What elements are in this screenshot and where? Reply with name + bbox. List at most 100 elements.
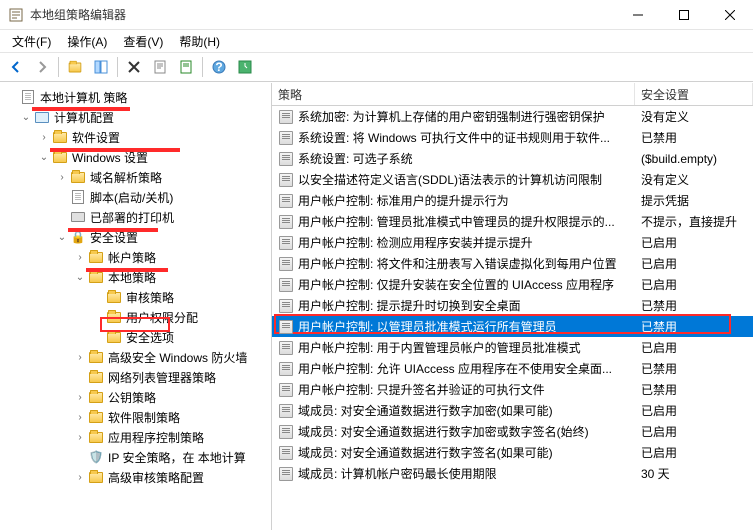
tree-security-settings[interactable]: ⌄ 🔒 安全设置 (0, 227, 271, 247)
policy-name: 域成员: 计算机帐户密码最长使用期限 (298, 465, 497, 482)
folder-icon (106, 289, 122, 305)
list-row[interactable]: 用户帐户控制: 允许 UIAccess 应用程序在不使用安全桌面...已禁用 (272, 358, 753, 379)
list-row[interactable]: 用户帐户控制: 仅提升安装在安全位置的 UIAccess 应用程序已启用 (272, 274, 753, 295)
policy-name: 用户帐户控制: 仅提升安装在安全位置的 UIAccess 应用程序 (298, 276, 614, 293)
tree-software-restrict[interactable]: › 软件限制策略 (0, 407, 271, 427)
forward-button[interactable] (30, 55, 54, 79)
folder-icon (88, 249, 104, 265)
tree-ip-sec[interactable]: 🛡️ IP 安全策略，在 本地计算 (0, 447, 271, 467)
list-row[interactable]: 用户帐户控制: 检测应用程序安装并提示提升已启用 (272, 232, 753, 253)
chevron-right-icon[interactable]: › (36, 132, 52, 143)
chevron-right-icon[interactable]: › (72, 252, 88, 263)
list-row[interactable]: 以安全描述符定义语言(SDDL)语法表示的计算机访问限制没有定义 (272, 169, 753, 190)
policy-name: 用户帐户控制: 用于内置管理员帐户的管理员批准模式 (298, 339, 581, 356)
menubar: 文件(F) 操作(A) 查看(V) 帮助(H) (0, 30, 753, 52)
tree-dns-policy[interactable]: › 域名解析策略 (0, 167, 271, 187)
tree-windows-settings[interactable]: ⌄ Windows 设置 (0, 147, 271, 167)
list-row[interactable]: 系统设置: 将 Windows 可执行文件中的证书规则用于软件...已禁用 (272, 127, 753, 148)
policy-name: 系统加密: 为计算机上存储的用户密钥强制进行强密钥保护 (298, 108, 605, 125)
tree-audit-policy[interactable]: 审核策略 (0, 287, 271, 307)
chevron-right-icon[interactable]: › (72, 412, 88, 423)
refresh-button[interactable] (233, 55, 257, 79)
chevron-right-icon[interactable]: › (72, 472, 88, 483)
tree-root[interactable]: 本地计算机 策略 (0, 87, 271, 107)
tree-adv-firewall[interactable]: › 高级安全 Windows 防火墙 (0, 347, 271, 367)
menu-help[interactable]: 帮助(H) (171, 31, 228, 52)
delete-button[interactable] (122, 55, 146, 79)
chevron-down-icon[interactable]: ⌄ (72, 272, 88, 283)
policy-icon (278, 298, 294, 314)
up-button[interactable] (63, 55, 87, 79)
list-row[interactable]: 系统设置: 可选子系统($build.empty) (272, 148, 753, 169)
shield-icon: 🛡️ (88, 449, 104, 465)
chevron-right-icon[interactable]: › (72, 432, 88, 443)
policy-icon (278, 277, 294, 293)
policy-name: 用户帐户控制: 提示提升时切换到安全桌面 (298, 297, 521, 314)
list-row[interactable]: 域成员: 计算机帐户密码最长使用期限 30 天 (272, 463, 753, 484)
policy-icon (278, 151, 294, 167)
policy-setting: 已禁用 (635, 297, 753, 314)
list-row[interactable]: 用户帐户控制: 将文件和注册表写入错误虚拟化到每用户位置已启用 (272, 253, 753, 274)
menu-file[interactable]: 文件(F) (4, 31, 59, 52)
list-row[interactable]: 系统加密: 为计算机上存储的用户密钥强制进行强密钥保护没有定义 (272, 106, 753, 127)
policy-name: 用户帐户控制: 允许 UIAccess 应用程序在不使用安全桌面... (298, 360, 612, 377)
folder-icon (52, 129, 68, 145)
menu-action[interactable]: 操作(A) (59, 31, 115, 52)
list-row[interactable]: 用户帐户控制: 以管理员批准模式运行所有管理员已禁用 (272, 316, 753, 337)
folder-icon (88, 429, 104, 445)
column-header-setting[interactable]: 安全设置 (635, 83, 753, 105)
tree-adv-audit[interactable]: › 高级审核策略配置 (0, 467, 271, 487)
tree-user-rights[interactable]: 用户权限分配 (0, 307, 271, 327)
export-button[interactable] (174, 55, 198, 79)
list-row[interactable]: 用户帐户控制: 管理员批准模式中管理员的提升权限提示的...不提示，直接提升 (272, 211, 753, 232)
tree-scripts[interactable]: 脚本(启动/关机) (0, 187, 271, 207)
tree-account-policy[interactable]: › 帐户策略 (0, 247, 271, 267)
help-button[interactable]: ? (207, 55, 231, 79)
policy-setting: 已启用 (635, 255, 753, 272)
list-row[interactable]: 域成员: 对安全通道数据进行数字签名(如果可能)已启用 (272, 442, 753, 463)
properties-button[interactable] (148, 55, 172, 79)
list-body[interactable]: 系统加密: 为计算机上存储的用户密钥强制进行强密钥保护没有定义系统设置: 将 W… (272, 106, 753, 530)
list-row[interactable]: 域成员: 对安全通道数据进行数字加密或数字签名(始终)已启用 (272, 421, 753, 442)
policy-name: 域成员: 对安全通道数据进行数字加密(如果可能) (298, 402, 553, 419)
tree-computer-config[interactable]: ⌄ 计算机配置 (0, 107, 271, 127)
back-button[interactable] (4, 55, 28, 79)
chevron-down-icon[interactable]: ⌄ (18, 112, 34, 123)
policy-icon (278, 403, 294, 419)
list-row[interactable]: 域成员: 对安全通道数据进行数字加密(如果可能)已启用 (272, 400, 753, 421)
tree-panel[interactable]: 本地计算机 策略 ⌄ 计算机配置 › 软件设置 ⌄ Windows 设置 › 域 (0, 83, 272, 530)
tree-software-settings[interactable]: › 软件设置 (0, 127, 271, 147)
tree-local-policy[interactable]: ⌄ 本地策略 (0, 267, 271, 287)
maximize-button[interactable] (661, 0, 707, 29)
policy-setting: ($build.empty) (635, 152, 753, 166)
tree-netlist-mgr[interactable]: 网络列表管理器策略 (0, 367, 271, 387)
list-row[interactable]: 用户帐户控制: 提示提升时切换到安全桌面 已禁用 (272, 295, 753, 316)
tree-pubkey-policy[interactable]: › 公钥策略 (0, 387, 271, 407)
chevron-right-icon[interactable]: › (72, 392, 88, 403)
minimize-button[interactable] (615, 0, 661, 29)
folder-icon (88, 409, 104, 425)
chevron-right-icon[interactable]: › (72, 352, 88, 363)
chevron-down-icon[interactable]: ⌄ (36, 152, 52, 163)
tree-deployed-printers[interactable]: 已部署的打印机 (0, 207, 271, 227)
list-row[interactable]: 用户帐户控制: 标准用户的提升提示行为提示凭据 (272, 190, 753, 211)
policy-setting: 30 天 (635, 465, 753, 482)
show-hide-tree-button[interactable] (89, 55, 113, 79)
printer-icon (70, 209, 86, 225)
chevron-right-icon[interactable]: › (54, 172, 70, 183)
column-header-policy[interactable]: 策略 (272, 83, 635, 105)
close-button[interactable] (707, 0, 753, 29)
tree-app-control[interactable]: › 应用程序控制策略 (0, 427, 271, 447)
policy-icon (278, 319, 294, 335)
chevron-down-icon[interactable]: ⌄ (54, 232, 70, 243)
list-header: 策略 安全设置 (272, 83, 753, 106)
list-row[interactable]: 用户帐户控制: 用于内置管理员帐户的管理员批准模式已启用 (272, 337, 753, 358)
folder-icon (88, 369, 104, 385)
policy-icon (278, 445, 294, 461)
policy-setting: 已禁用 (635, 318, 753, 335)
policy-name: 域成员: 对安全通道数据进行数字签名(如果可能) (298, 444, 553, 461)
menu-view[interactable]: 查看(V) (115, 31, 171, 52)
tree-security-options[interactable]: 安全选项 (0, 327, 271, 347)
policy-icon (278, 466, 294, 482)
list-row[interactable]: 用户帐户控制: 只提升签名并验证的可执行文件已禁用 (272, 379, 753, 400)
